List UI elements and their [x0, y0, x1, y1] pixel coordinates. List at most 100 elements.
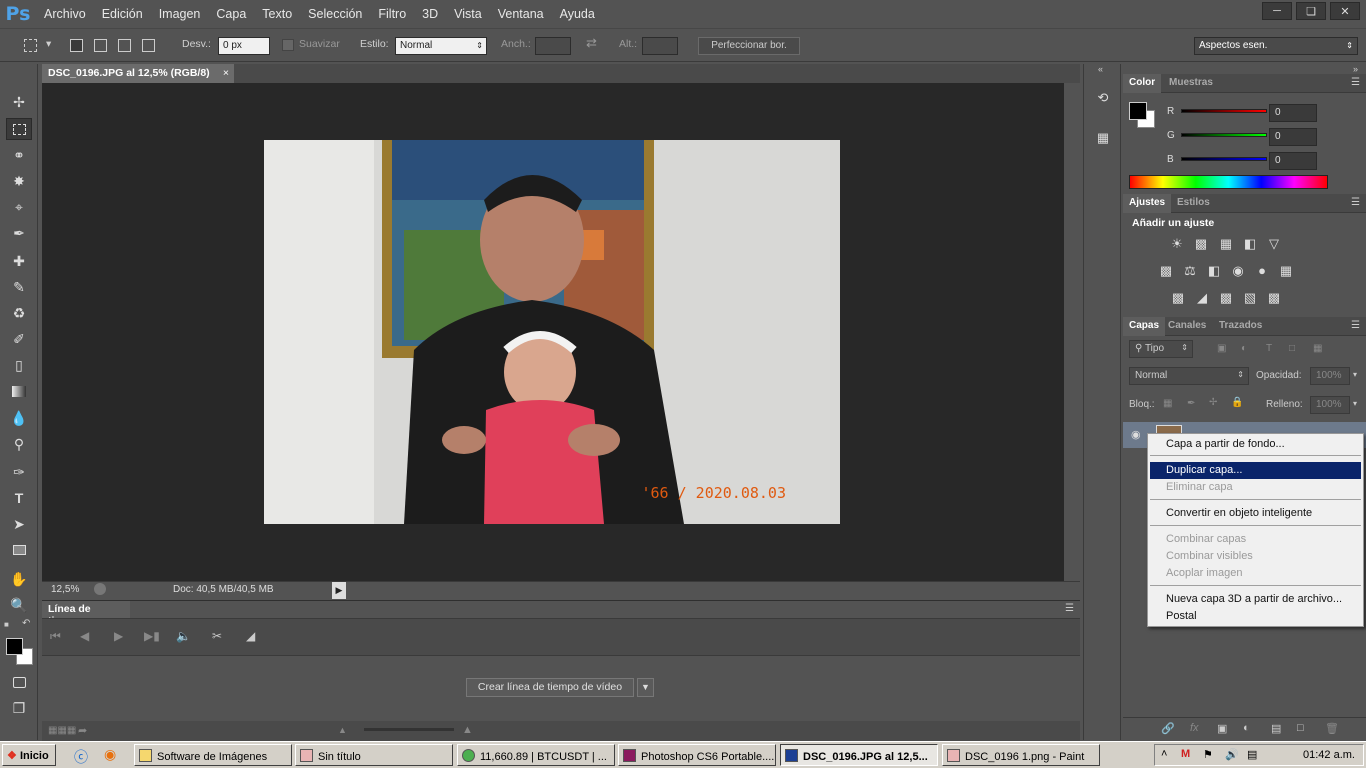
tab-paths[interactable]: Trazados	[1213, 317, 1268, 336]
tray-expand-icon[interactable]: ˄	[1161, 748, 1167, 760]
swap-dimensions-icon[interactable]: ⇄	[586, 35, 597, 51]
foreground-color-swatch[interactable]	[1129, 102, 1147, 120]
menu-imagen[interactable]: Imagen	[151, 0, 209, 28]
menu-item-duplicate-layer[interactable]: Duplicar capa...	[1150, 462, 1361, 479]
levels-icon[interactable]: ▩	[1192, 237, 1210, 251]
pen-tool-icon[interactable]: ✑	[6, 461, 32, 483]
tab-adjustments[interactable]: Ajustes	[1123, 194, 1172, 213]
menu-item-new-3d-layer[interactable]: Nueva capa 3D a partir de archivo...	[1150, 591, 1361, 608]
width-input[interactable]	[535, 37, 571, 55]
previous-frame-icon[interactable]: ◀	[80, 629, 89, 643]
new-layer-icon[interactable]: □	[1297, 722, 1304, 734]
channel-mixer-icon[interactable]: ●	[1253, 264, 1271, 278]
path-selection-tool-icon[interactable]: ➤	[6, 513, 32, 535]
quick-selection-tool-icon[interactable]: ✸	[6, 170, 32, 192]
tab-layers[interactable]: Capas	[1123, 317, 1166, 336]
menu-ayuda[interactable]: Ayuda	[552, 0, 603, 28]
selective-color-icon[interactable]: ▧	[1241, 291, 1259, 305]
filter-smart-object-icon[interactable]: ▦	[1313, 343, 1322, 354]
default-colors-icon[interactable]: ■	[4, 620, 16, 630]
curves-icon[interactable]: ▦	[1217, 237, 1235, 251]
blur-tool-icon[interactable]: 💧	[6, 407, 32, 429]
menu-capa[interactable]: Capa	[208, 0, 254, 28]
transition-icon[interactable]: ◢	[246, 629, 255, 643]
exposure-icon[interactable]: ◧	[1241, 237, 1259, 251]
convert-frames-icon[interactable]: ▦▦▦	[48, 725, 76, 736]
gmail-icon[interactable]: M	[1181, 748, 1190, 760]
collapse-dock-icon[interactable]: «	[1098, 64, 1103, 74]
height-input[interactable]	[642, 37, 678, 55]
rectangular-marquee-tool-icon[interactable]	[6, 118, 32, 140]
menu-item-layer-from-background[interactable]: Capa a partir de fondo...	[1150, 436, 1361, 453]
blue-bar[interactable]	[1181, 157, 1267, 161]
filter-adjustment-icon[interactable]: ◐	[1241, 343, 1247, 354]
timeline-tab[interactable]: Línea de tiempo	[42, 601, 130, 627]
document-tab[interactable]: DSC_0196.JPG al 12,5% (RGB/8) ×	[42, 64, 234, 83]
filter-shape-icon[interactable]: □	[1289, 343, 1295, 354]
lock-position-icon[interactable]: ✢	[1209, 397, 1217, 408]
gradient-fill-icon[interactable]: ▩	[1265, 291, 1283, 305]
filter-pixel-icon[interactable]: ▣	[1217, 343, 1226, 354]
status-icon[interactable]	[94, 583, 106, 595]
lasso-tool-icon[interactable]: ⚭	[6, 144, 32, 166]
red-bar[interactable]	[1181, 109, 1267, 113]
network-icon[interactable]: ▤	[1247, 748, 1257, 761]
photo-filter-icon[interactable]: ◉	[1229, 264, 1247, 278]
menu-vista[interactable]: Vista	[446, 0, 490, 28]
menu-edicion[interactable]: Edición	[94, 0, 151, 28]
subtract-selection-icon[interactable]	[118, 39, 131, 52]
move-tool-icon[interactable]: ✢	[6, 91, 32, 113]
crop-tool-icon[interactable]: ⌖	[6, 196, 32, 218]
posterize-icon[interactable]: ◢	[1193, 291, 1211, 305]
marquee-preset-icon[interactable]	[24, 39, 37, 52]
lock-image-icon[interactable]: ✒	[1187, 398, 1195, 409]
tab-swatches[interactable]: Muestras	[1163, 74, 1219, 93]
menu-item-convert-smart-object[interactable]: Convertir en objeto inteligente	[1150, 505, 1361, 522]
screen-mode-icon[interactable]: ❐	[6, 697, 32, 719]
new-adjustment-layer-icon[interactable]: ◐	[1243, 722, 1250, 734]
menu-ventana[interactable]: Ventana	[490, 0, 552, 28]
new-group-icon[interactable]: ▤	[1271, 722, 1281, 735]
feather-input[interactable]: 0 px	[218, 37, 270, 55]
volume-icon[interactable]: 🔊	[1225, 748, 1239, 761]
mute-audio-icon[interactable]: 🔈	[176, 629, 191, 643]
hand-tool-icon[interactable]: ✋	[6, 568, 32, 590]
taskbar-button-untitled[interactable]: Sin título	[295, 744, 453, 766]
healing-brush-tool-icon[interactable]: ✚	[6, 250, 32, 272]
panel-menu-icon[interactable]: ☰	[1351, 320, 1360, 331]
tab-channels[interactable]: Canales	[1162, 317, 1212, 336]
black-white-icon[interactable]: ◧	[1205, 264, 1223, 278]
next-frame-icon[interactable]: ▶▮	[144, 629, 160, 643]
properties-panel-icon[interactable]: ▦	[1090, 126, 1116, 150]
internet-explorer-icon[interactable]: ⓒ	[74, 747, 88, 767]
menu-item-postcard[interactable]: Postal	[1150, 608, 1361, 625]
status-menu-arrow-icon[interactable]: ▶	[332, 582, 346, 599]
green-value[interactable]: 0	[1269, 128, 1317, 146]
clock[interactable]: 01:42 a.m.	[1303, 749, 1355, 761]
green-slider[interactable]: G 0	[1167, 128, 1357, 146]
dodge-tool-icon[interactable]: ⚲	[6, 433, 32, 455]
blend-mode-select[interactable]: Normal ⇕	[1129, 367, 1249, 385]
tab-styles[interactable]: Estilos	[1171, 194, 1216, 213]
lock-transparent-icon[interactable]: ▦	[1163, 398, 1172, 409]
color-spectrum[interactable]	[1129, 175, 1328, 189]
quick-mask-icon[interactable]	[6, 671, 32, 693]
menu-3d[interactable]: 3D	[414, 0, 446, 28]
foreground-color-swatch[interactable]	[6, 638, 23, 655]
style-select[interactable]: Normal ⇕	[395, 37, 487, 55]
chevron-down-icon[interactable]: ▼	[637, 678, 654, 697]
zoom-in-timeline-icon[interactable]: ▲	[462, 724, 473, 736]
eraser-tool-icon[interactable]: ▯	[6, 354, 32, 376]
taskbar-button-software-images[interactable]: Software de Imágenes	[134, 744, 292, 766]
eyedropper-tool-icon[interactable]: ✒	[6, 222, 32, 244]
zoom-out-timeline-icon[interactable]: ▲	[338, 725, 347, 735]
split-at-playhead-icon[interactable]: ✂	[212, 629, 222, 643]
zoom-level[interactable]: 12,5%	[51, 584, 79, 595]
menu-texto[interactable]: Texto	[254, 0, 300, 28]
tab-color[interactable]: Color	[1123, 74, 1162, 93]
layer-filter-select[interactable]: ⚲ Tipo ⇕	[1129, 340, 1193, 358]
red-value[interactable]: 0	[1269, 104, 1317, 122]
swap-colors-icon[interactable]: ↶	[22, 618, 30, 629]
blue-slider[interactable]: B 0	[1167, 152, 1357, 170]
taskbar-button-photoshop-portable[interactable]: Photoshop CS6 Portable....	[618, 744, 776, 766]
